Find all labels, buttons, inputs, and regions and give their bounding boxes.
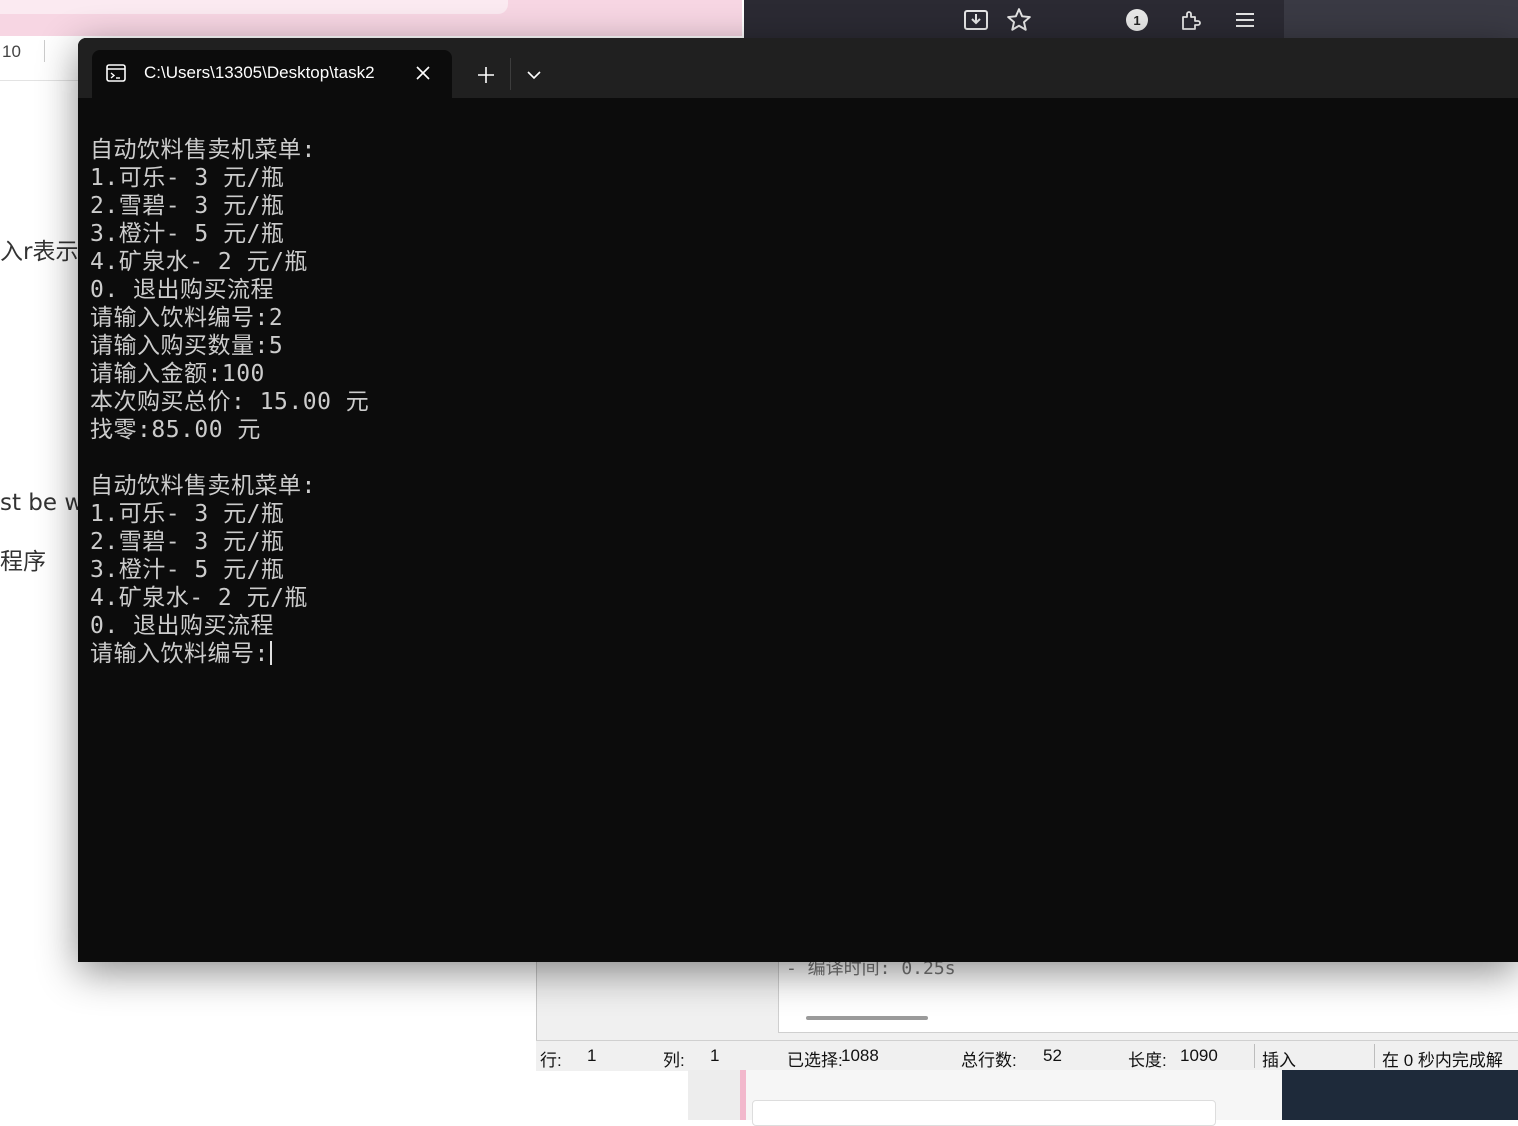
close-icon[interactable] (410, 60, 436, 86)
terminal-lines: 自动饮料售卖机菜单: 1.可乐- 3 元/瓶 2.雪碧- 3 元/瓶 3.橙汁- 5 … (90, 136, 1490, 640)
background-input-box (752, 1100, 1216, 1126)
terminal-line: 2.雪碧- 3 元/瓶 (90, 529, 285, 555)
chevron-down-icon[interactable] (518, 60, 550, 90)
terminal-line: 请输入购买数量:5 (90, 333, 284, 359)
status-row-value: 1 (587, 1046, 597, 1065)
terminal-line: 4.矿泉水- 2 元/瓶 (90, 249, 308, 275)
terminal-tab-title: C:\Users\13305\Desktop\task2 (144, 63, 375, 82)
terminal-line: 请输入饮料编号:2 (90, 305, 284, 331)
horizontal-scrollbar[interactable] (806, 1016, 928, 1020)
status-col-label: 列: (663, 1051, 685, 1070)
download-icon[interactable] (962, 6, 990, 34)
terminal-line: 请输入金额:100 (90, 361, 265, 387)
terminal-line: 自动饮料售卖机菜单: (90, 137, 316, 163)
browser-tabstrip (0, 0, 742, 36)
terminal-line: 2.雪碧- 3 元/瓶 (90, 193, 285, 219)
status-mode: 插入 (1262, 1051, 1296, 1070)
status-length-value: 1090 (1180, 1046, 1218, 1065)
terminal-window[interactable]: C:\Users\13305\Desktop\task2 自动饮料售卖机菜单: 1… (78, 38, 1518, 962)
menu-icon[interactable] (1231, 6, 1259, 34)
browser-tab[interactable] (0, 0, 508, 14)
status-selected-label: 已选择: (787, 1051, 843, 1070)
extension-icon[interactable] (1177, 6, 1205, 34)
editor-status-bar: 行: 1 列: 1 已选择: 1088 总行数: 52 长度: 1090 插入 … (536, 1040, 1518, 1071)
terminal-line: 3.橙汁- 5 元/瓶 (90, 221, 285, 247)
status-selected-value: 1088 (841, 1046, 879, 1065)
text-cursor (269, 641, 272, 665)
terminal-line: 1.可乐- 3 元/瓶 (90, 165, 285, 191)
terminal-line: 本次购买总价: 15.00 元 (90, 389, 370, 415)
toolbar-panel (1284, 0, 1518, 40)
status-divider (1374, 1044, 1375, 1068)
page-count: 10 (2, 42, 21, 61)
browser-toolbar: 1 (744, 0, 1518, 40)
terminal-line: 1.可乐- 3 元/瓶 (90, 501, 285, 527)
terminal-prompt-line[interactable]: 请输入饮料编号: (90, 640, 1490, 668)
status-message: 在 0 秒内完成解 (1382, 1051, 1503, 1070)
terminal-line: 0. 退出购买流程 (90, 613, 275, 639)
status-divider (1254, 1044, 1255, 1068)
terminal-line: 3.橙汁- 5 元/瓶 (90, 557, 285, 583)
terminal-line: 找零:85.00 元 (90, 417, 261, 443)
status-row-label: 行: (540, 1051, 562, 1070)
star-icon[interactable] (1005, 6, 1033, 34)
terminal-line: 4.矿泉水- 2 元/瓶 (90, 585, 308, 611)
titlebar-divider (510, 58, 511, 90)
status-length-label: 长度: (1128, 1051, 1167, 1070)
badge-count: 1 (1126, 9, 1148, 31)
document-text-line: 程序 (0, 549, 46, 575)
toolbar-divider (44, 40, 45, 62)
terminal-tab[interactable]: C:\Users\13305\Desktop\task2 (92, 50, 452, 98)
terminal-line: 自动饮料售卖机菜单: (90, 473, 316, 499)
background-window-edge (688, 1070, 742, 1120)
background-dark-image (1282, 1070, 1518, 1120)
account-badge-icon[interactable]: 1 (1123, 6, 1151, 34)
terminal-line: 0. 退出购买流程 (90, 277, 275, 303)
document-text-line: 入r表示 (0, 239, 79, 265)
new-tab-icon[interactable] (470, 60, 502, 90)
status-col-value: 1 (710, 1046, 720, 1065)
terminal-output[interactable]: 自动饮料售卖机菜单: 1.可乐- 3 元/瓶 2.雪碧- 3 元/瓶 3.橙汁- 5 … (90, 136, 1490, 936)
status-total-lines-value: 52 (1043, 1046, 1062, 1065)
terminal-titlebar: C:\Users\13305\Desktop\task2 (78, 38, 1518, 98)
terminal-prompt: 请输入饮料编号: (90, 641, 269, 667)
command-prompt-icon (106, 64, 126, 82)
status-total-lines-label: 总行数: (961, 1051, 1017, 1070)
